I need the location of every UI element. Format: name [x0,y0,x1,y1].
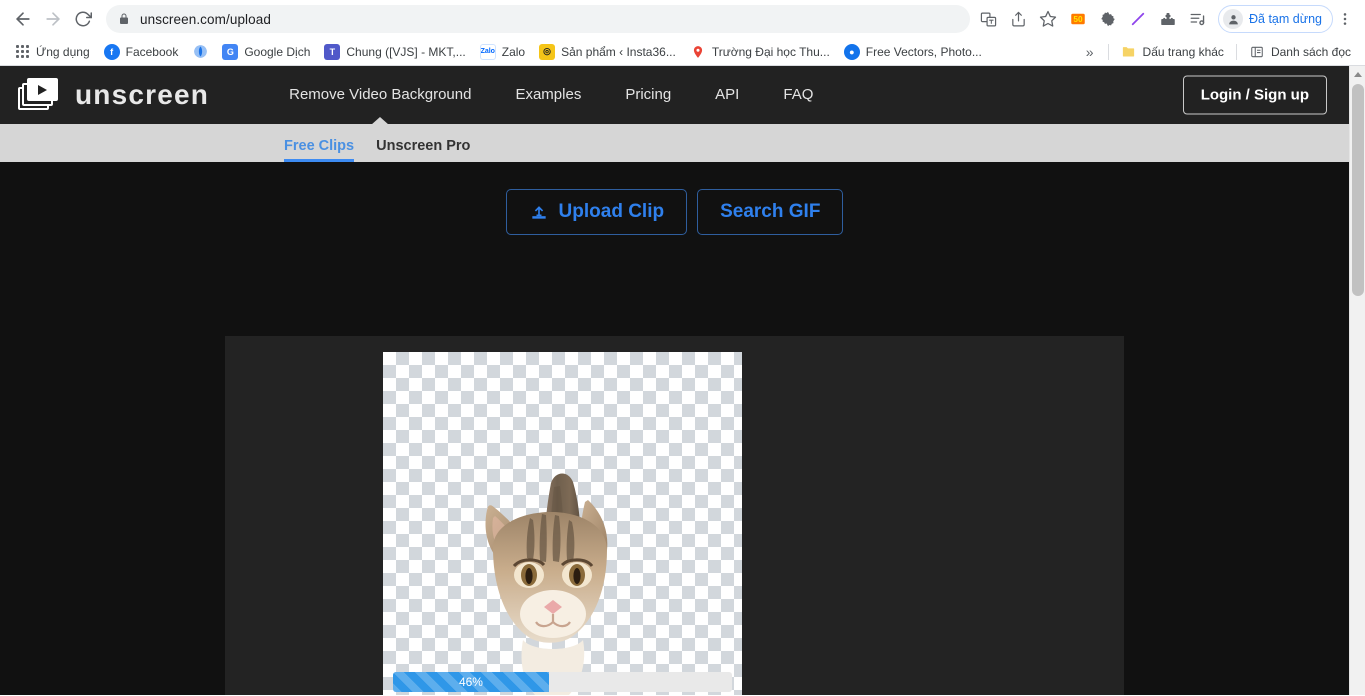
search-gif-button[interactable]: Search GIF [697,189,844,235]
profile-label: Đã tạm dừng [1249,12,1322,26]
bookmark-apps[interactable]: Ứng dụng [8,41,96,63]
nav-active-caret-icon [371,117,390,125]
upload-progress-label: 46% [458,675,483,689]
kebab-menu-icon[interactable] [1333,5,1357,33]
bookmark-item-university[interactable]: Trường Đại học Thu... [684,41,836,63]
page-content: unscreen Remove Video Background Example… [0,66,1349,695]
upload-progress-bar: 46% [393,672,732,692]
bookmarks-bar: Ứng dụng f Facebook G Google Dịch T Chun… [0,38,1365,66]
google-translate-icon: G [222,43,239,60]
share-icon[interactable] [1004,5,1032,33]
upload-progress-fill: 46% [393,672,549,692]
login-signup-button[interactable]: Login / Sign up [1182,75,1327,115]
bookmark-item-teams[interactable]: T Chung ([VJS] - MKT,... [318,41,471,63]
search-gif-label: Search GIF [720,201,821,222]
freepik-icon: ● [843,43,860,60]
unscreen-play-logo-icon [18,78,62,112]
bookmark-label: Dấu trang khác [1142,44,1224,59]
bookmark-star-icon[interactable] [1034,5,1062,33]
user-avatar-icon [1223,9,1243,29]
browser-toolbar: unscreen.com/upload 50 Đã tạm dừng [0,0,1365,38]
extensions-puzzle-icon[interactable] [1154,5,1182,33]
reading-list-button[interactable]: Danh sách đọc [1243,41,1357,63]
page-scrollbar[interactable] [1349,66,1365,695]
address-bar[interactable]: unscreen.com/upload [106,5,970,33]
bookmark-label: Chung ([VJS] - MKT,... [346,44,466,59]
tab-free-clips[interactable]: Free Clips [284,138,355,162]
nav-label: Remove Video Background [289,86,472,103]
bookmark-label: Sản phẩm ‹ Insta36... [561,44,676,59]
bookmark-item-zalo[interactable]: Zalo Zalo [474,41,531,63]
bookmark-item-globe[interactable] [186,41,214,63]
bookmark-label: Danh sách đọc [1270,44,1351,59]
back-button[interactable] [8,4,38,34]
site-logo-text: unscreen [75,79,210,110]
bookmark-item-facebook[interactable]: f Facebook [98,41,185,63]
lock-icon [118,12,130,26]
nav-remove-video-background[interactable]: Remove Video Background [267,66,493,125]
bookmark-label: Zalo [501,44,526,59]
extension-feather-icon[interactable] [1124,5,1152,33]
media-list-icon[interactable] [1184,5,1212,33]
nav-examples[interactable]: Examples [493,66,603,124]
apps-grid-icon [14,44,30,60]
clip-canvas-transparent[interactable]: 46% [383,352,742,695]
bookmark-label: Google Dịch [244,44,311,59]
kitten-image [485,473,608,695]
chevron-double-right-icon[interactable]: » [1078,44,1102,60]
globe-icon [192,44,208,60]
map-pin-icon [690,44,706,60]
translate-icon[interactable] [974,5,1002,33]
forward-button[interactable] [38,4,68,34]
profile-pill[interactable]: Đã tạm dừng [1218,5,1333,33]
upload-clip-label: Upload Clip [558,201,665,222]
action-buttons-row: Upload Clip Search GIF [0,162,1349,235]
bookmark-item-google-dich[interactable]: G Google Dịch [216,41,316,63]
reading-list-icon [1249,44,1265,60]
bookmark-label: Facebook [125,44,179,59]
nav-faq[interactable]: FAQ [761,66,835,124]
extension-gear-icon[interactable] [1094,5,1122,33]
bookmarks-divider [1107,43,1109,60]
upload-clip-button[interactable]: Upload Clip [505,189,688,235]
site-nav: Remove Video Background Examples Pricing… [267,66,835,125]
bookmark-other-bookmarks[interactable]: Dấu trang khác [1115,41,1230,63]
scrollbar-up-arrow-icon[interactable] [1350,66,1365,83]
bookmark-item-insta360[interactable]: ◎ Sản phẩm ‹ Insta36... [533,41,682,63]
folder-icon [1121,44,1137,60]
page-viewport: unscreen Remove Video Background Example… [0,66,1365,695]
nav-pricing[interactable]: Pricing [603,66,693,124]
clip-preview-panel: 46% [225,336,1124,695]
bookmarks-divider-2 [1235,43,1237,60]
extension-coupon-icon[interactable]: 50 [1064,5,1092,33]
zalo-icon: Zalo [479,43,496,60]
site-header: unscreen Remove Video Background Example… [0,66,1349,125]
bookmark-label: Trường Đại học Thu... [711,44,830,59]
upload-icon [529,202,549,222]
insta360-icon: ◎ [539,43,556,60]
reload-button[interactable] [68,4,98,34]
bookmark-label: Free Vectors, Photo... [865,44,982,59]
svg-text:50: 50 [1073,15,1083,24]
address-bar-url: unscreen.com/upload [140,11,271,27]
bookmark-apps-label: Ứng dụng [36,44,90,59]
tab-unscreen-pro[interactable]: Unscreen Pro [376,138,470,162]
sub-nav-tabs: Free Clips Unscreen Pro [0,124,1349,162]
teams-icon: T [324,43,341,60]
site-logo[interactable]: unscreen [18,78,209,112]
toolbar-actions: 50 [974,5,1212,33]
scrollbar-thumb[interactable] [1352,84,1364,296]
nav-api[interactable]: API [693,66,761,124]
facebook-icon: f [103,43,120,60]
bookmark-item-freepik[interactable]: ● Free Vectors, Photo... [838,41,988,63]
